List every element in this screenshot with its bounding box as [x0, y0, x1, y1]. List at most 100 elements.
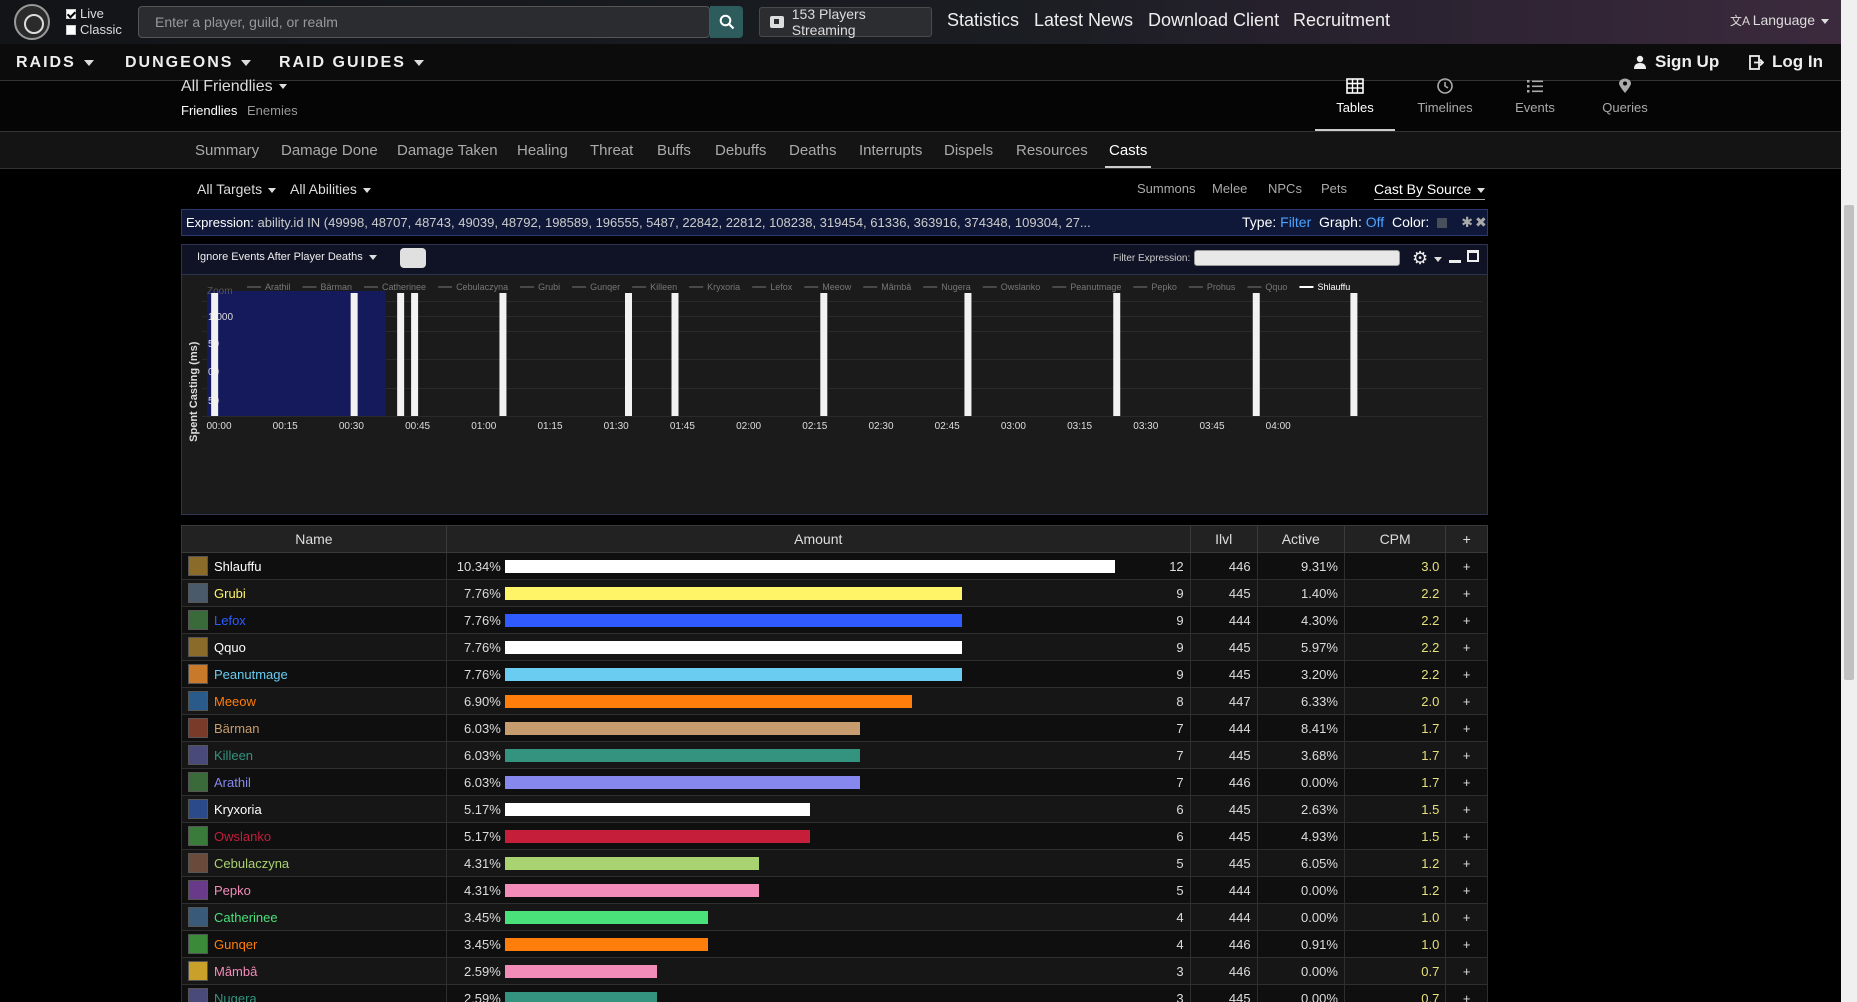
cell-name[interactable]: Killeen [181, 741, 447, 769]
cell-name[interactable]: Kryxoria [181, 795, 447, 823]
tab-enemies[interactable]: Enemies [247, 103, 298, 118]
col-active[interactable]: Active [1256, 525, 1345, 553]
tab-casts[interactable]: Casts [1104, 142, 1152, 168]
settings-gear-icon[interactable]: ✱ [1461, 214, 1473, 230]
tab-interrupts[interactable]: Interrupts [859, 142, 922, 159]
player-name[interactable]: Mâmbâ [214, 964, 257, 979]
nav-recruitment[interactable]: Recruitment [1293, 10, 1390, 31]
player-name[interactable]: Bärman [214, 721, 260, 736]
table-row[interactable]: Owslanko 5.17% 6 445 4.93% 1.5 + [181, 822, 1488, 850]
live-option[interactable]: Live [66, 6, 104, 21]
expand-button[interactable]: + [1445, 741, 1488, 769]
cell-name[interactable]: Shlauffu [181, 552, 447, 580]
col-name[interactable]: Name [181, 525, 447, 553]
cell-name[interactable]: Arathil [181, 768, 447, 796]
table-row[interactable]: Lefox 7.76% 9 444 4.30% 2.2 + [181, 606, 1488, 634]
table-row[interactable]: Grubi 7.76% 9 445 1.40% 2.2 + [181, 579, 1488, 607]
graph-toggle[interactable] [400, 248, 426, 268]
nav-download-client[interactable]: Download Client [1148, 10, 1279, 31]
player-name[interactable]: Owslanko [214, 829, 271, 844]
table-row[interactable]: Gunqer 3.45% 4 446 0.91% 1.0 + [181, 930, 1488, 958]
tab-summary[interactable]: Summary [195, 142, 259, 159]
cell-name[interactable]: Catherinee [181, 903, 447, 931]
nav-raid-guides[interactable]: RAID GUIDES [279, 54, 424, 72]
graph-value[interactable]: Off [1366, 214, 1384, 230]
view-tab-queries[interactable]: Queries [1585, 78, 1665, 115]
cell-name[interactable]: Owslanko [181, 822, 447, 850]
scrollbar-thumb[interactable] [1844, 205, 1854, 680]
expand-button[interactable]: + [1445, 687, 1488, 715]
minimize-icon[interactable] [1449, 260, 1461, 263]
cell-name[interactable]: Lefox [181, 606, 447, 634]
tab-healing[interactable]: Healing [517, 142, 568, 159]
tab-damage-taken[interactable]: Damage Taken [397, 142, 498, 159]
classic-checkbox[interactable] [66, 24, 76, 35]
table-row[interactable]: Bärman 6.03% 7 444 8.41% 1.7 + [181, 714, 1488, 742]
type-value[interactable]: Filter [1280, 214, 1311, 230]
filter-summons[interactable]: Summons [1137, 181, 1196, 196]
live-checkbox[interactable] [66, 8, 76, 19]
expand-button[interactable]: + [1445, 849, 1488, 877]
expand-button[interactable]: + [1445, 984, 1488, 1002]
view-tab-timelines[interactable]: Timelines [1405, 78, 1485, 115]
expand-button[interactable]: + [1445, 660, 1488, 688]
cell-name[interactable]: Gunqer [181, 930, 447, 958]
table-row[interactable]: Nugera 2.59% 3 445 0.00% 0.7 + [181, 984, 1488, 1002]
graph-settings-gear-icon[interactable]: ⚙ [1412, 248, 1443, 269]
col-ilvl[interactable]: Ilvl [1189, 525, 1258, 553]
expand-button[interactable]: + [1445, 822, 1488, 850]
expand-button[interactable]: + [1445, 714, 1488, 742]
col-cpm[interactable]: CPM [1343, 525, 1447, 553]
view-tab-events[interactable]: Events [1495, 78, 1575, 115]
cell-name[interactable]: Pepko [181, 876, 447, 904]
cell-name[interactable]: Peanutmage [181, 660, 447, 688]
expand-button[interactable]: + [1445, 795, 1488, 823]
view-tab-tables[interactable]: Tables [1315, 78, 1395, 131]
table-row[interactable]: Peanutmage 7.76% 9 445 3.20% 2.2 + [181, 660, 1488, 688]
expand-button[interactable]: + [1445, 876, 1488, 904]
table-row[interactable]: Catherinee 3.45% 4 444 0.00% 1.0 + [181, 903, 1488, 931]
filter-melee[interactable]: Melee [1212, 181, 1247, 196]
streaming-button[interactable]: 153 Players Streaming [759, 6, 932, 38]
player-name[interactable]: Qquo [214, 640, 246, 655]
expand-button[interactable]: + [1445, 606, 1488, 634]
table-row[interactable]: Shlauffu 10.34% 12 446 9.31% 3.0 + [181, 552, 1488, 580]
tab-damage-done[interactable]: Damage Done [281, 142, 378, 159]
player-name[interactable]: Peanutmage [214, 667, 288, 682]
all-targets-dropdown[interactable]: All Targets [197, 181, 277, 197]
table-row[interactable]: Qquo 7.76% 9 445 5.97% 2.2 + [181, 633, 1488, 661]
player-name[interactable]: Kryxoria [214, 802, 262, 817]
tab-threat[interactable]: Threat [590, 142, 633, 159]
ignore-deaths-dropdown[interactable]: Ignore Events After Player Deaths [197, 251, 377, 263]
filter-expression-input[interactable] [1194, 250, 1400, 266]
tab-dispels[interactable]: Dispels [944, 142, 993, 159]
player-name[interactable]: Shlauffu [214, 559, 261, 574]
filter-pets[interactable]: Pets [1321, 181, 1347, 196]
expand-button[interactable]: + [1445, 633, 1488, 661]
player-name[interactable]: Meeow [214, 694, 256, 709]
table-row[interactable]: Killeen 6.03% 7 445 3.68% 1.7 + [181, 741, 1488, 769]
search-input[interactable] [138, 6, 710, 38]
expand-button[interactable]: + [1445, 552, 1488, 580]
table-row[interactable]: Cebulaczyna 4.31% 5 445 6.05% 1.2 + [181, 849, 1488, 877]
filter-npcs[interactable]: NPCs [1268, 181, 1302, 196]
player-name[interactable]: Gunqer [214, 937, 257, 952]
cell-name[interactable]: Grubi [181, 579, 447, 607]
tab-debuffs[interactable]: Debuffs [715, 142, 766, 159]
search-button[interactable] [710, 6, 743, 38]
player-name[interactable]: Nugera [214, 991, 257, 1002]
cast-by-source-dropdown[interactable]: Cast By Source [1374, 181, 1486, 200]
cell-name[interactable]: Cebulaczyna [181, 849, 447, 877]
all-abilities-dropdown[interactable]: All Abilities [290, 181, 371, 197]
cell-name[interactable]: Qquo [181, 633, 447, 661]
tab-resources[interactable]: Resources [1016, 142, 1088, 159]
tab-buffs[interactable]: Buffs [657, 142, 691, 159]
tab-friendlies[interactable]: Friendlies [181, 103, 237, 118]
player-name[interactable]: Grubi [214, 586, 246, 601]
classic-option[interactable]: Classic [66, 22, 122, 37]
site-logo-icon[interactable] [14, 4, 50, 40]
log-in-button[interactable]: Log In [1749, 52, 1823, 72]
cell-name[interactable]: Bärman [181, 714, 447, 742]
nav-dungeons[interactable]: DUNGEONS [125, 54, 252, 72]
nav-latest-news[interactable]: Latest News [1034, 10, 1133, 31]
